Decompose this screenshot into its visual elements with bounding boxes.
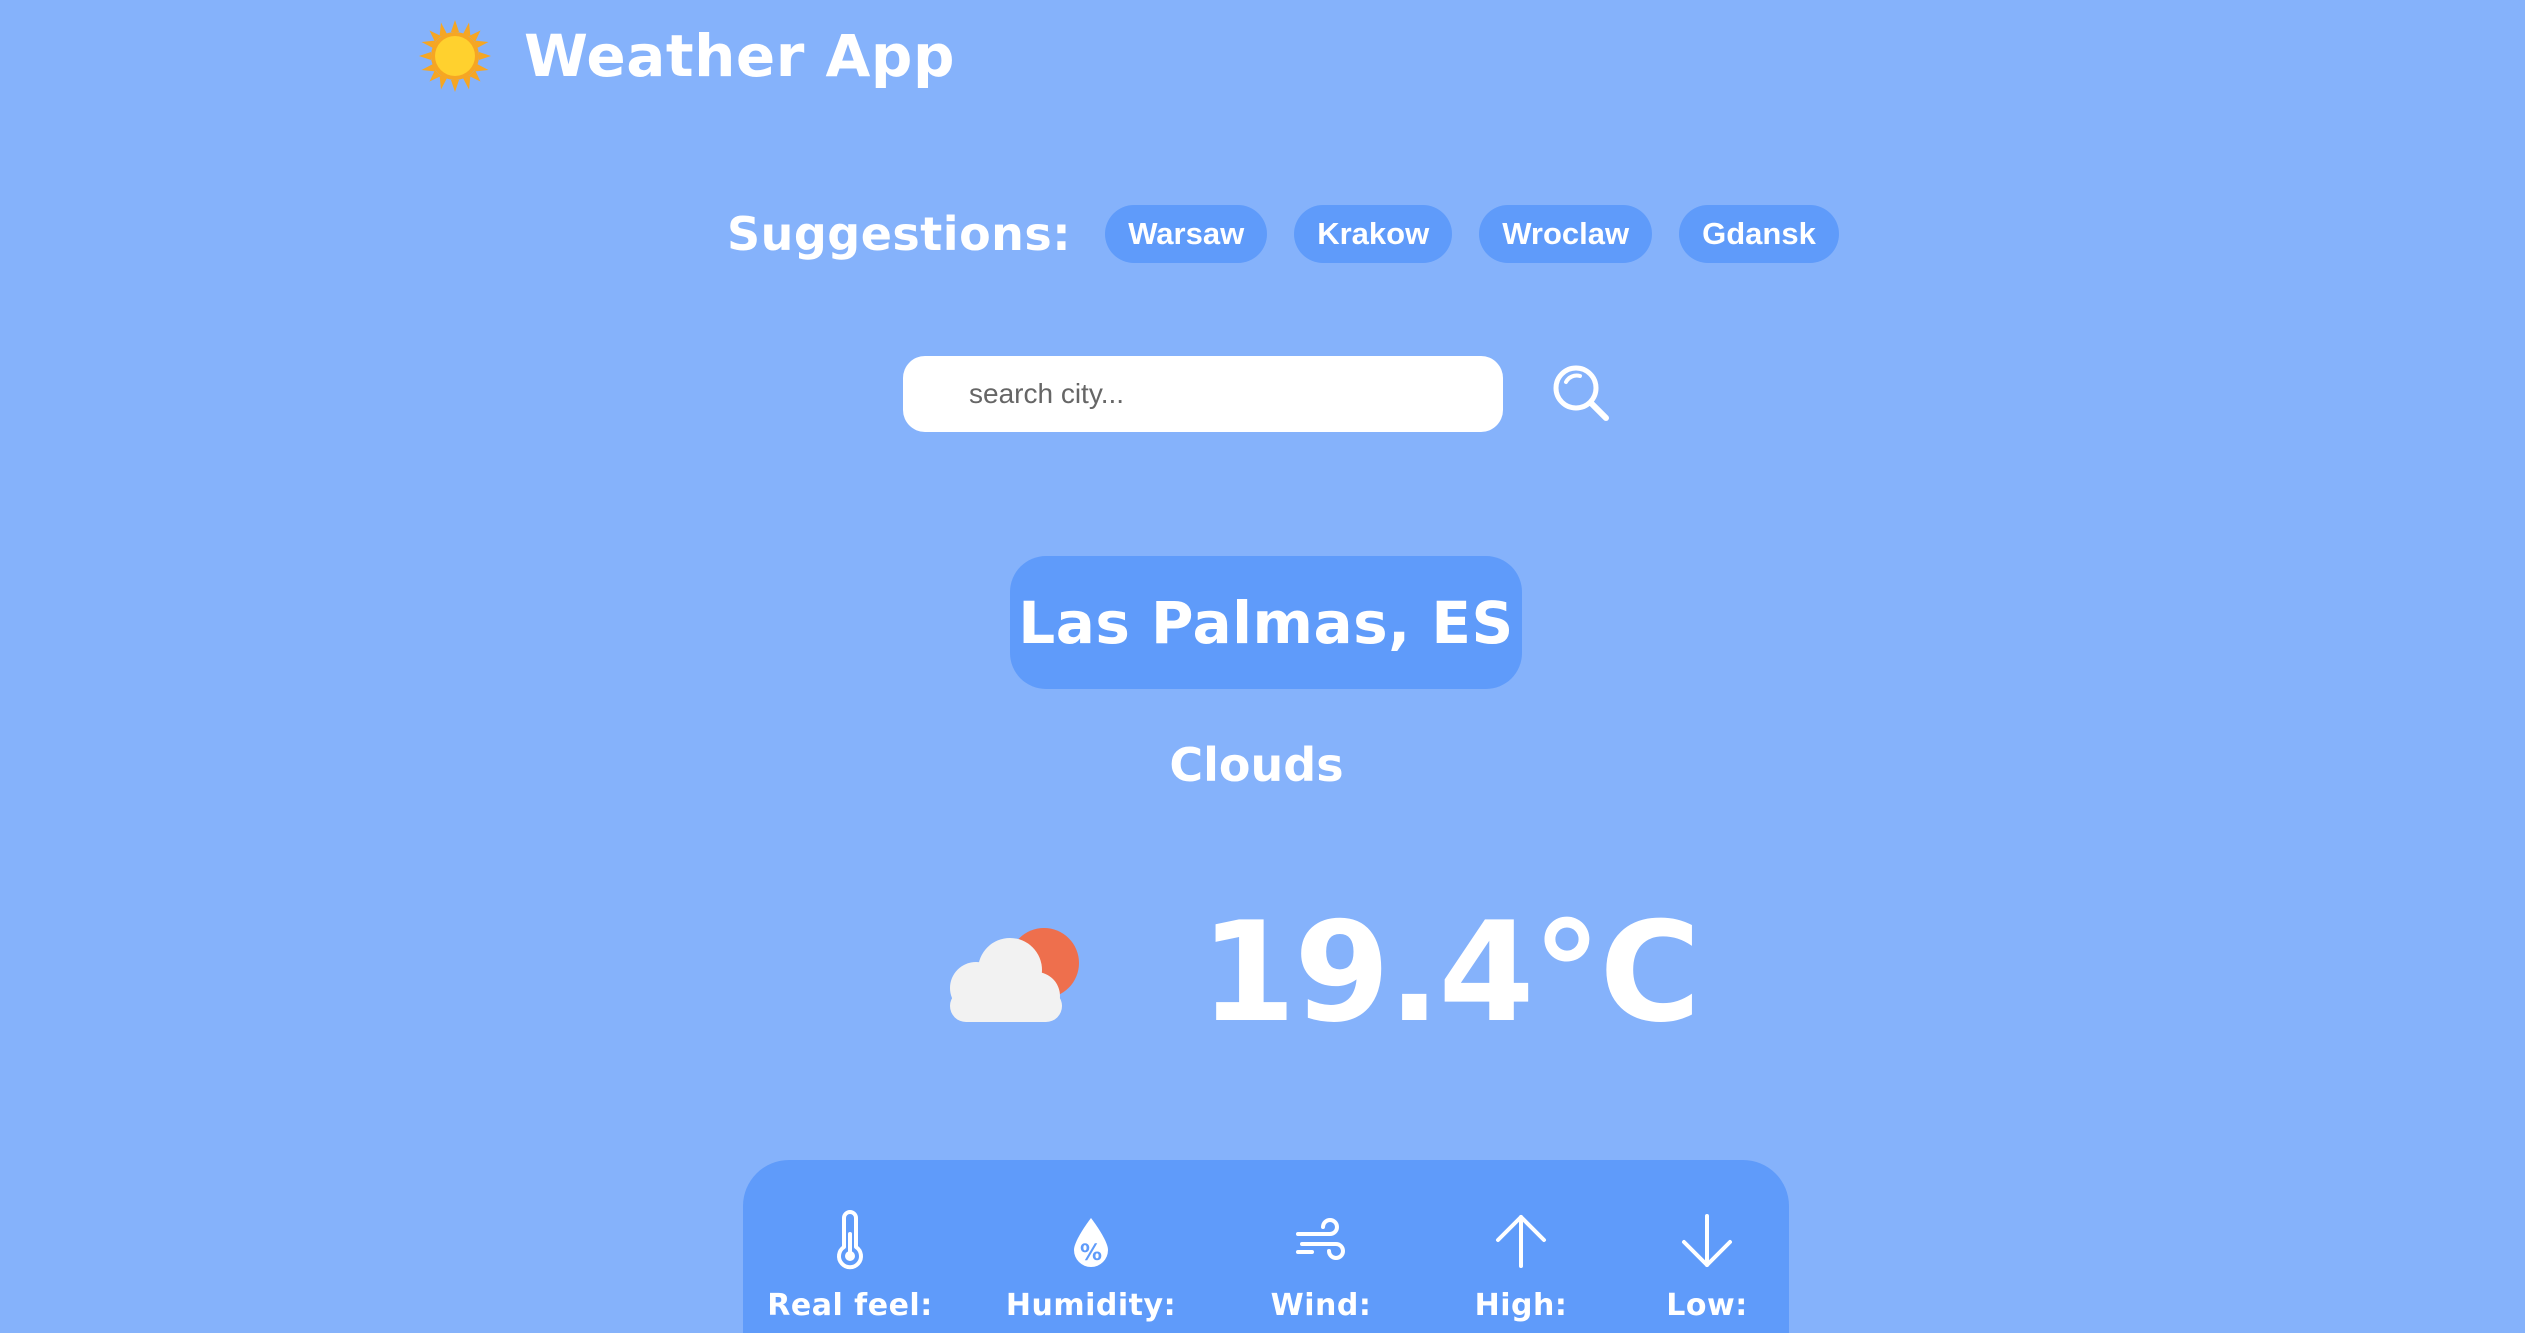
- thermometer-icon: [837, 1210, 863, 1270]
- app-header: Weather App: [418, 14, 955, 98]
- detail-label-humidity: Humidity:: [1005, 1288, 1177, 1323]
- detail-humidity: % Humidity:: [991, 1210, 1191, 1323]
- humidity-drop-icon: %: [1074, 1218, 1108, 1267]
- app-title: Weather App: [524, 22, 955, 90]
- suggestions-bar: Suggestions: Warsaw Krakow Wroclaw Gdans…: [727, 205, 1866, 263]
- arrow-down-icon: [1682, 1214, 1732, 1267]
- current-temperature: 19.4°C: [1200, 892, 1701, 1053]
- search-icon: [1553, 365, 1609, 421]
- suggestion-chip-warsaw[interactable]: Warsaw: [1105, 205, 1268, 263]
- suggestions-label: Suggestions:: [727, 207, 1072, 261]
- detail-real-feel: Real feel:: [750, 1210, 950, 1323]
- detail-wind: Wind:: [1221, 1210, 1421, 1323]
- suggestion-chip-krakow[interactable]: Krakow: [1294, 205, 1453, 263]
- detail-low: Low:: [1607, 1210, 1807, 1323]
- weather-condition: Clouds: [1169, 738, 1344, 792]
- weather-details-panel: Real feel: % Humidity: Wind: High: Low:: [743, 1160, 1789, 1333]
- detail-label-high: High:: [1474, 1288, 1568, 1323]
- svg-text:%: %: [1080, 1241, 1102, 1266]
- weather-app-page: Weather App Suggestions: Warsaw Krakow W…: [0, 0, 2525, 1333]
- detail-label-real-feel: Real feel:: [767, 1288, 933, 1323]
- arrow-up-icon: [1496, 1215, 1546, 1268]
- suggestion-chip-gdansk[interactable]: Gdansk: [1679, 205, 1839, 263]
- search-button[interactable]: [1551, 363, 1613, 425]
- city-name: Las Palmas, ES: [1010, 556, 1522, 689]
- sun-icon: [419, 20, 491, 92]
- detail-high: High:: [1421, 1210, 1621, 1323]
- wind-icon: [1296, 1218, 1345, 1260]
- detail-label-wind: Wind:: [1270, 1288, 1372, 1323]
- cloud-sun-icon: [950, 928, 1079, 1022]
- suggestion-chip-wroclaw[interactable]: Wroclaw: [1479, 205, 1653, 263]
- search-input[interactable]: [903, 356, 1503, 432]
- detail-label-low: Low:: [1666, 1288, 1748, 1323]
